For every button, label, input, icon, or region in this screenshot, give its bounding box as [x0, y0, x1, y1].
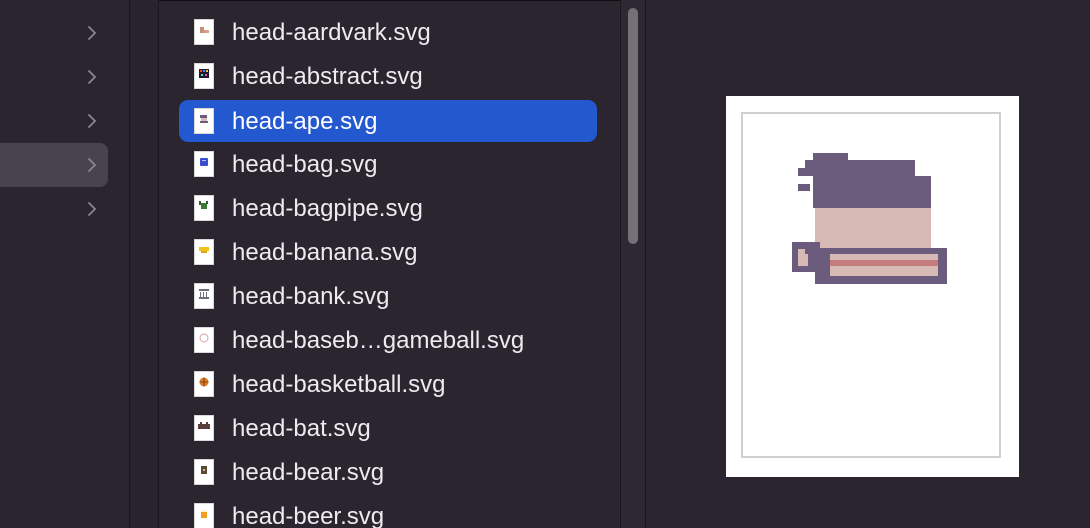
- file-row[interactable]: head-beer.svg: [179, 495, 597, 528]
- file-name: head-bag.svg: [232, 151, 378, 178]
- aardvark-thumbnail-icon: [194, 19, 214, 45]
- file-row[interactable]: head-baseb…gameball.svg: [179, 319, 597, 361]
- file-row[interactable]: head-basketball.svg: [179, 363, 597, 405]
- file-row[interactable]: head-bagpipe.svg: [179, 187, 597, 229]
- folder-row-5[interactable]: [0, 187, 108, 231]
- chevron-right-icon: [84, 69, 100, 85]
- folder-row-1[interactable]: [0, 11, 108, 55]
- file-row[interactable]: head-bear.svg: [179, 451, 597, 493]
- file-name: head-bagpipe.svg: [232, 195, 423, 222]
- abstract-thumbnail-icon: [194, 63, 214, 89]
- preview-thumbnail[interactable]: [726, 96, 1019, 477]
- scrollbar-thumb[interactable]: [628, 8, 638, 244]
- banana-thumbnail-icon: [194, 239, 214, 265]
- folder-row-2[interactable]: [0, 55, 108, 99]
- bag-thumbnail-icon: [194, 151, 214, 177]
- scrollbar[interactable]: [620, 0, 646, 528]
- bank-thumbnail-icon: [194, 283, 214, 309]
- bagpipe-thumbnail-icon: [194, 195, 214, 221]
- ape-thumbnail-icon: [194, 108, 214, 134]
- chevron-right-icon: [84, 157, 100, 173]
- preview-pane: [646, 0, 1090, 528]
- file-row[interactable]: head-bag.svg: [179, 143, 597, 185]
- file-name: head-basketball.svg: [232, 371, 446, 398]
- chevron-right-icon: [84, 201, 100, 217]
- parent-folder-column: [0, 0, 129, 528]
- file-row[interactable]: head-banana.svg: [179, 231, 597, 273]
- file-name: head-ape.svg: [232, 108, 378, 135]
- file-name: head-aardvark.svg: [232, 19, 431, 46]
- chevron-right-icon: [84, 25, 100, 41]
- file-row[interactable]: head-bat.svg: [179, 407, 597, 449]
- column-gutter: [130, 0, 158, 528]
- file-row[interactable]: head-aardvark.svg: [179, 11, 597, 53]
- file-name: head-baseb…gameball.svg: [232, 327, 525, 354]
- basketball-thumbnail-icon: [194, 371, 214, 397]
- bat-thumbnail-icon: [194, 415, 214, 441]
- file-name: head-bat.svg: [232, 415, 371, 442]
- file-name: head-bank.svg: [232, 283, 390, 310]
- baseball-gameball-thumbnail-icon: [194, 327, 214, 353]
- file-row-selected[interactable]: head-ape.svg: [179, 100, 597, 142]
- file-name: head-abstract.svg: [232, 63, 423, 90]
- file-name: head-bear.svg: [232, 459, 385, 486]
- file-row[interactable]: head-bank.svg: [179, 275, 597, 317]
- file-row[interactable]: head-abstract.svg: [179, 55, 597, 97]
- folder-row-4-selected[interactable]: [0, 143, 108, 187]
- folder-row-3[interactable]: [0, 99, 108, 143]
- file-name: head-banana.svg: [232, 239, 418, 266]
- file-list: head-aardvark.svg head-abstract.svg head…: [159, 0, 620, 528]
- chevron-right-icon: [84, 113, 100, 129]
- file-name: head-beer.svg: [232, 503, 385, 528]
- beer-thumbnail-icon: [194, 503, 214, 528]
- bear-thumbnail-icon: [194, 459, 214, 485]
- ape-head-pixel-art: [792, 153, 947, 284]
